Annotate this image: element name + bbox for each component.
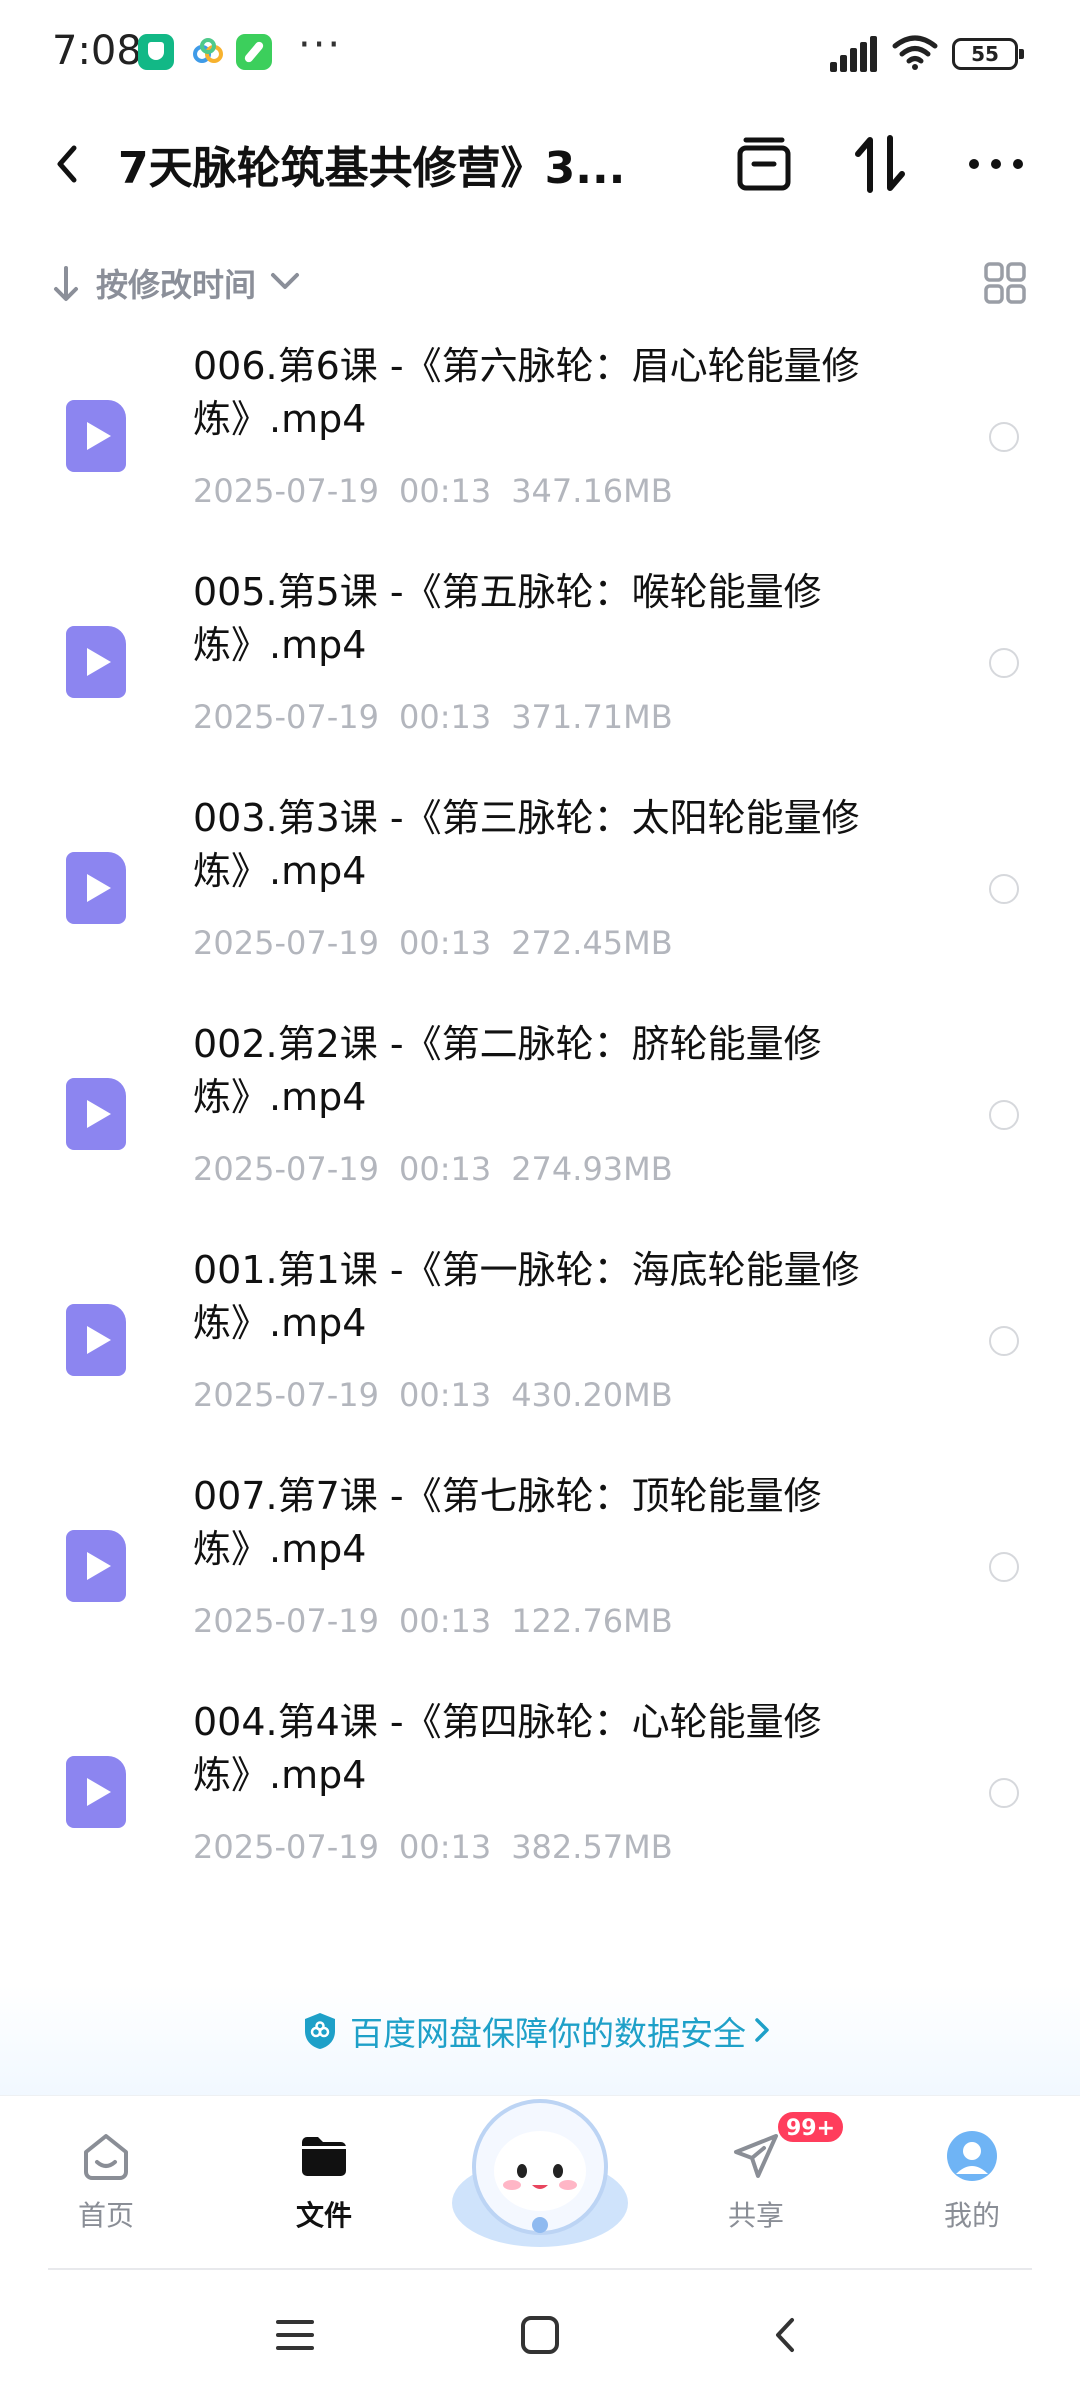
file-meta: 2025-07-19 00:13 272.45MB xyxy=(193,924,693,962)
file-date: 2025-07-19 xyxy=(193,1376,379,1414)
file-time: 00:13 xyxy=(398,698,492,736)
tab-label: 首页 xyxy=(77,2199,134,2232)
home-icon xyxy=(84,2134,128,2180)
system-nav-bar xyxy=(0,2270,1080,2400)
signal-icon xyxy=(830,36,878,72)
select-radio[interactable] xyxy=(989,874,1019,904)
video-file-icon xyxy=(66,400,126,472)
paper-plane-icon xyxy=(734,2134,778,2178)
file-meta: 2025-07-19 00:13 430.20MB xyxy=(193,1376,693,1414)
file-meta: 2025-07-19 00:13 347.16MB xyxy=(193,472,693,510)
banner-text: 百度网盘保障你的数据安全 xyxy=(350,2014,746,2053)
file-name: 005.第5课 -《第五脉轮：喉轮能量修炼》.mp4 xyxy=(193,570,822,667)
sort-label: 按修改时间 xyxy=(96,266,257,304)
file-date: 2025-07-19 xyxy=(193,472,379,510)
shield-icon xyxy=(305,2013,335,2049)
tab-label: 共享 xyxy=(727,2199,784,2232)
file-size: 274.93MB xyxy=(511,1150,673,1188)
file-name: 001.第1课 -《第一脉轮：海底轮能量修炼》.mp4 xyxy=(193,1248,860,1345)
video-file-icon xyxy=(66,852,126,924)
grid-view-icon[interactable] xyxy=(984,262,1026,304)
file-time: 00:13 xyxy=(398,1376,492,1414)
video-file-icon xyxy=(66,1530,126,1602)
list-item[interactable]: 005.第5课 -《第五脉轮：喉轮能量修炼》.mp4 2025-07-19 00:… xyxy=(0,566,1080,792)
tab-files[interactable]: 文件 xyxy=(264,2130,384,2240)
tab-label: 我的 xyxy=(943,2199,1000,2232)
back-triangle-icon[interactable] xyxy=(762,2310,812,2360)
file-list: 006.第6课 -《第六脉轮：眉心轮能量修炼》.mp4 2025-07-19 00… xyxy=(0,340,1080,1922)
notification-badge: 99+ xyxy=(776,2110,846,2144)
file-date: 2025-07-19 xyxy=(193,1150,379,1188)
page-title: 7天脉轮筑基共修营》3... xyxy=(118,143,626,194)
status-bar: 7:08 ··· 55 xyxy=(0,0,1080,110)
avatar-icon xyxy=(947,2131,997,2181)
file-name: 007.第7课 -《第七脉轮：顶轮能量修炼》.mp4 xyxy=(193,1474,822,1571)
file-size: 430.20MB xyxy=(511,1376,673,1414)
tab-share[interactable]: 99+ 共享 xyxy=(696,2110,846,2240)
chevron-down-icon xyxy=(271,273,299,289)
list-item[interactable]: 006.第6课 -《第六脉轮：眉心轮能量修炼》.mp4 2025-07-19 00… xyxy=(0,340,1080,566)
chevron-right-icon xyxy=(755,2018,769,2042)
shield-icon xyxy=(138,34,174,70)
tab-home[interactable]: 首页 xyxy=(46,2130,166,2240)
list-item[interactable]: 007.第7课 -《第七脉轮：顶轮能量修炼》.mp4 2025-07-19 00:… xyxy=(0,1470,1080,1696)
back-icon[interactable] xyxy=(42,134,98,194)
file-size: 371.71MB xyxy=(511,698,673,736)
battery-indicator: 55 xyxy=(952,38,1024,70)
file-date: 2025-07-19 xyxy=(193,698,379,736)
file-meta: 2025-07-19 00:13 122.76MB xyxy=(193,1602,693,1640)
list-item[interactable]: 002.第2课 -《第二脉轮：脐轮能量修炼》.mp4 2025-07-19 00:… xyxy=(0,1018,1080,1244)
file-size: 272.45MB xyxy=(511,924,673,962)
folder-icon xyxy=(302,2137,346,2176)
tab-me[interactable]: 我的 xyxy=(912,2130,1032,2240)
file-meta: 2025-07-19 00:13 382.57MB xyxy=(193,1828,693,1866)
list-item[interactable]: 001.第1课 -《第一脉轮：海底轮能量修炼》.mp4 2025-07-19 00… xyxy=(0,1244,1080,1470)
more-status-icon: ··· xyxy=(298,22,343,68)
file-size: 347.16MB xyxy=(511,472,673,510)
file-name: 004.第4课 -《第四脉轮：心轮能量修炼》.mp4 xyxy=(193,1700,822,1797)
file-date: 2025-07-19 xyxy=(193,1602,379,1640)
square-icon[interactable] xyxy=(515,2310,565,2360)
file-date: 2025-07-19 xyxy=(193,1828,379,1866)
file-time: 00:13 xyxy=(398,472,492,510)
select-radio[interactable] xyxy=(989,648,1019,678)
select-radio[interactable] xyxy=(989,422,1019,452)
video-file-icon xyxy=(66,1078,126,1150)
cloud-icon xyxy=(193,38,223,63)
tab-label: 文件 xyxy=(295,2199,352,2232)
sort-down-arrow-icon xyxy=(54,266,78,301)
file-size: 382.57MB xyxy=(511,1828,673,1866)
list-item[interactable]: 003.第3课 -《第三脉轮：太阳轮能量修炼》.mp4 2025-07-19 00… xyxy=(0,792,1080,1018)
file-time: 00:13 xyxy=(398,1602,492,1640)
file-time: 00:13 xyxy=(398,1150,492,1188)
status-time: 7:08 xyxy=(52,28,142,74)
file-name: 006.第6课 -《第六脉轮：眉心轮能量修炼》.mp4 xyxy=(193,344,860,441)
file-time: 00:13 xyxy=(398,924,492,962)
select-radio[interactable] xyxy=(989,1778,1019,1808)
sort-swap-icon[interactable] xyxy=(848,132,912,196)
menu-icon[interactable] xyxy=(270,2310,320,2360)
archive-icon[interactable] xyxy=(732,132,796,196)
sort-bar[interactable]: 按修改时间 xyxy=(0,252,1080,312)
file-time: 00:13 xyxy=(398,1828,492,1866)
header: 7天脉轮筑基共修营》3... xyxy=(0,110,1080,220)
video-file-icon xyxy=(66,1304,126,1376)
file-meta: 2025-07-19 00:13 274.93MB xyxy=(193,1150,693,1188)
more-icon[interactable] xyxy=(964,132,1028,196)
tool-icon xyxy=(236,34,272,70)
video-file-icon xyxy=(66,626,126,698)
select-radio[interactable] xyxy=(989,1100,1019,1130)
screen: 7:08 ··· 55 7天脉轮筑基共修营》3... 按修改时间 006.第6课… xyxy=(0,0,1080,2400)
file-name: 002.第2课 -《第二脉轮：脐轮能量修炼》.mp4 xyxy=(193,1022,822,1119)
select-radio[interactable] xyxy=(989,1326,1019,1356)
file-meta: 2025-07-19 00:13 371.71MB xyxy=(193,698,693,736)
file-name: 003.第3课 -《第三脉轮：太阳轮能量修炼》.mp4 xyxy=(193,796,860,893)
file-date: 2025-07-19 xyxy=(193,924,379,962)
file-size: 122.76MB xyxy=(511,1602,673,1640)
select-radio[interactable] xyxy=(989,1552,1019,1582)
video-file-icon xyxy=(66,1756,126,1828)
wifi-icon xyxy=(892,35,938,70)
mascot-icon[interactable] xyxy=(440,2075,640,2255)
list-item[interactable]: 004.第4课 -《第四脉轮：心轮能量修炼》.mp4 2025-07-19 00:… xyxy=(0,1696,1080,1922)
